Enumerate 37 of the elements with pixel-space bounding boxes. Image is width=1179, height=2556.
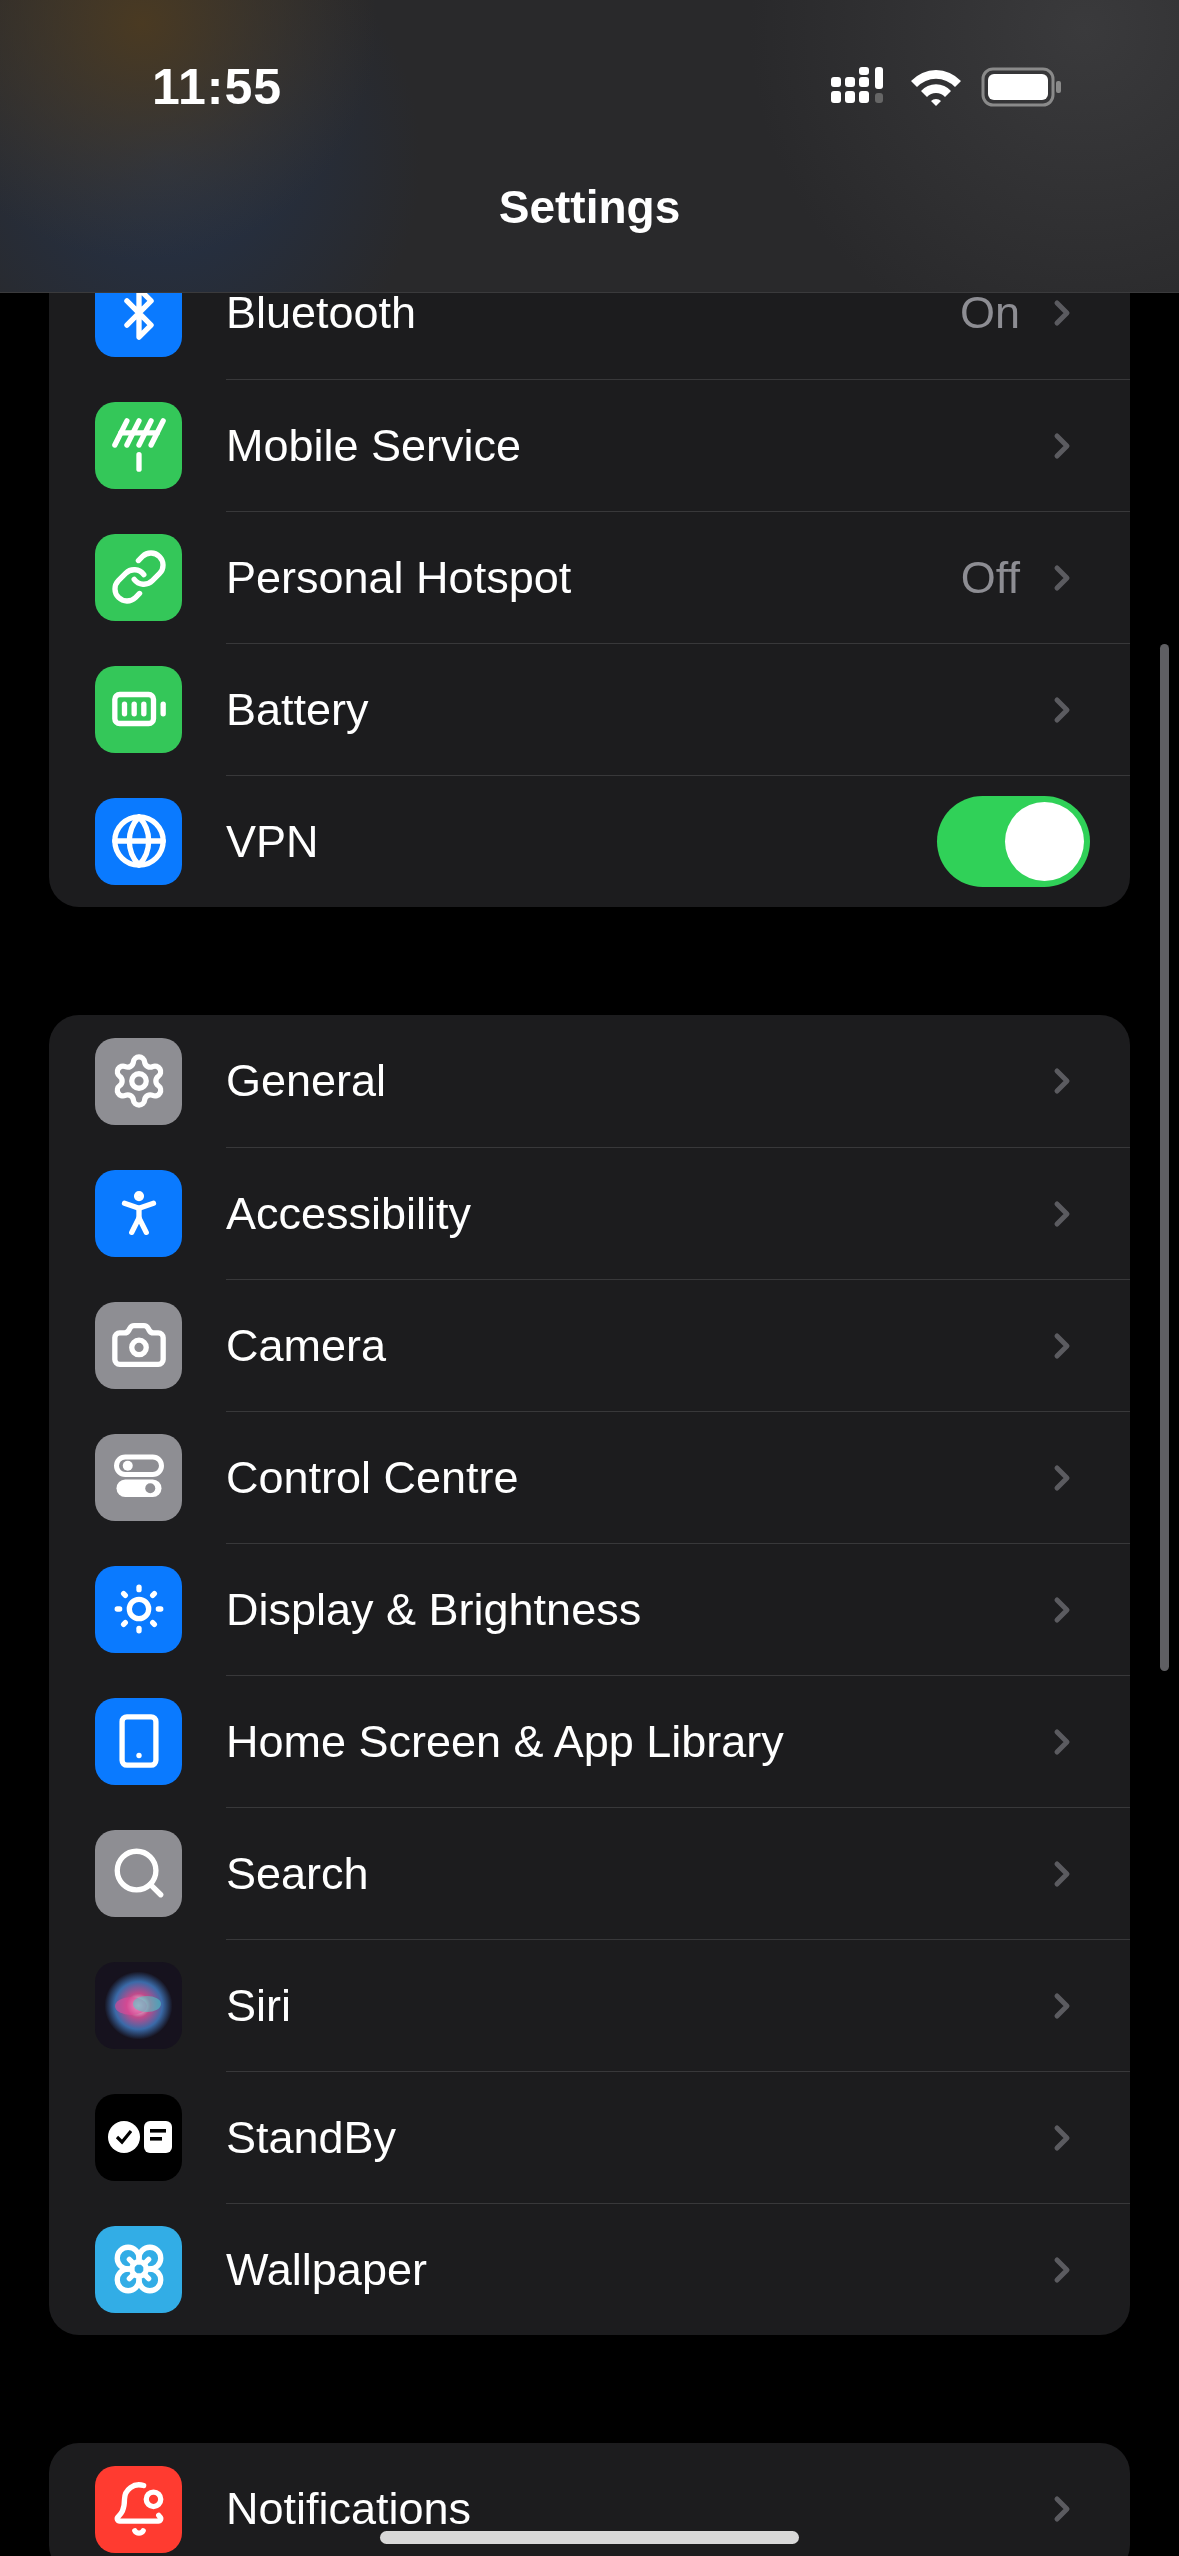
row-label: Mobile Service <box>226 419 522 472</box>
settings-row[interactable]: Bluetooth On <box>49 293 1130 379</box>
nav-title: Settings <box>498 180 681 234</box>
row-label: Search <box>226 1847 369 1900</box>
row-value: On <box>959 293 1020 339</box>
settings-row[interactable]: Display & Brightness <box>49 1543 1130 1675</box>
row-label: Bluetooth <box>226 293 417 339</box>
row-value: Off <box>960 551 1020 604</box>
row-label: Control Centre <box>226 1451 519 1504</box>
row-label: Camera <box>226 1319 387 1372</box>
row-label: Accessibility <box>226 1187 472 1240</box>
row-label: Battery <box>226 683 369 736</box>
row-label: Notifications <box>226 2483 472 2535</box>
settings-row[interactable]: Battery <box>49 643 1130 775</box>
row-label: General <box>226 1055 387 1107</box>
wifi-icon <box>909 67 963 107</box>
settings-row[interactable]: Personal Hotspot Off <box>49 511 1130 643</box>
row-label: Siri <box>226 1979 291 2032</box>
settings-row[interactable]: Control Centre <box>49 1411 1130 1543</box>
row-label: StandBy <box>226 2111 397 2164</box>
settings-row[interactable]: Siri <box>49 1939 1130 2071</box>
settings-row[interactable]: General <box>49 1015 1130 1147</box>
battery-icon <box>981 67 1063 107</box>
status-time: 11:55 <box>152 58 283 116</box>
row-label: Home Screen & App Library <box>226 1715 784 1768</box>
row-label: Wallpaper <box>226 2243 427 2296</box>
settings-row[interactable]: Search <box>49 1807 1130 1939</box>
settings-row[interactable]: Home Screen & App Library <box>49 1675 1130 1807</box>
row-label: Personal Hotspot <box>226 551 572 604</box>
settings-row[interactable]: StandBy <box>49 2071 1130 2203</box>
settings-row[interactable]: VPN <box>49 775 1130 907</box>
row-label: VPN <box>226 815 319 868</box>
settings-row[interactable]: Mobile Service <box>49 379 1130 511</box>
settings-row[interactable]: Camera <box>49 1279 1130 1411</box>
settings-row[interactable]: Wallpaper <box>49 2203 1130 2335</box>
settings-row[interactable]: Accessibility <box>49 1147 1130 1279</box>
row-label: Display & Brightness <box>226 1583 642 1636</box>
